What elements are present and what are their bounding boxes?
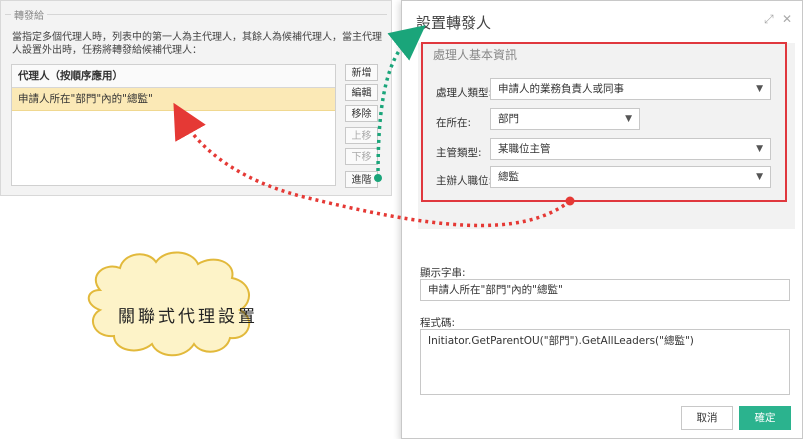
green-arrow <box>374 25 426 182</box>
annotation-overlay <box>87 25 575 357</box>
callout-text: 關聯式代理設置 <box>118 307 258 327</box>
